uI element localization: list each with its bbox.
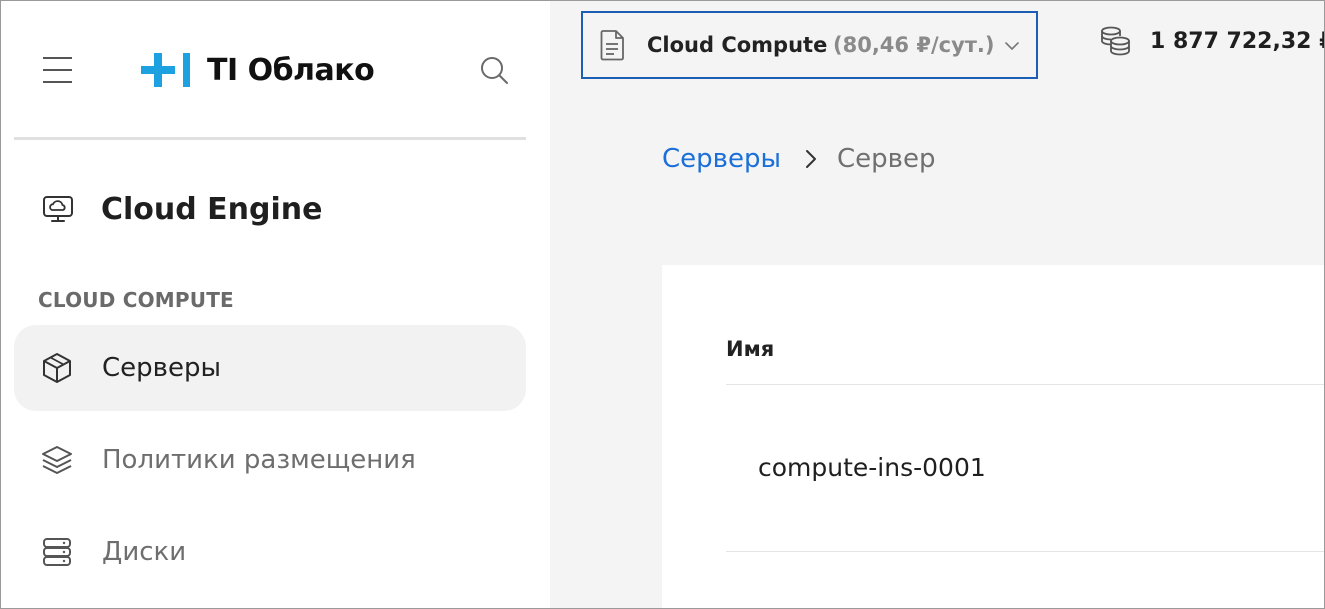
column-header-name: Имя: [726, 337, 775, 361]
sidebar-item-placement-policies[interactable]: Политики размещения: [14, 417, 526, 503]
logo-text: TI Облако: [207, 52, 375, 88]
chevron-right-icon: [803, 149, 819, 169]
sidebar-item-servers[interactable]: Серверы: [14, 325, 526, 411]
service-header: Cloud Engine: [41, 187, 323, 231]
project-name: Cloud Compute: [647, 33, 828, 57]
menu-icon[interactable]: [43, 57, 73, 83]
sidebar-item-label: Политики размещения: [102, 445, 416, 475]
logo-mark-icon: [141, 49, 197, 91]
sidebar: TI Облако Cloud Engine CLOUD COMPUTE Сер…: [1, 1, 550, 608]
table-row[interactable]: compute-ins-0001: [758, 453, 986, 482]
chevron-down-icon: [1003, 37, 1021, 55]
header-divider: [726, 384, 1324, 385]
coins-icon: [1098, 24, 1132, 58]
sidebar-item-label: Диски: [102, 537, 187, 567]
row-divider: [726, 551, 1324, 552]
account-balance[interactable]: 1 877 722,32 ₽: [1098, 23, 1325, 59]
balance-value: 1 877 722,32 ₽: [1150, 28, 1325, 54]
sidebar-divider: [14, 137, 526, 140]
layers-icon: [40, 443, 74, 477]
breadcrumb-current: Сервер: [837, 144, 936, 174]
project-selector[interactable]: Cloud Compute (80,46 ₽/сут.): [581, 11, 1038, 79]
service-title: Cloud Engine: [101, 191, 323, 227]
section-label: CLOUD COMPUTE: [38, 288, 234, 312]
document-icon: [597, 29, 627, 61]
main-content: Cloud Compute (80,46 ₽/сут.) 1 877 722,3…: [550, 1, 1325, 608]
sidebar-item-disks[interactable]: Диски: [14, 509, 526, 595]
search-icon[interactable]: [479, 55, 511, 87]
logo[interactable]: TI Облако: [141, 49, 375, 91]
cube-icon: [40, 351, 74, 385]
app-window: TI Облако Cloud Engine CLOUD COMPUTE Сер…: [0, 0, 1325, 609]
servers-table-card: Имя compute-ins-0001: [662, 265, 1324, 608]
breadcrumb: Серверы Сервер: [662, 141, 936, 177]
sidebar-item-label: Серверы: [102, 353, 222, 383]
disk-stack-icon: [40, 535, 74, 569]
project-daily-cost: (80,46 ₽/сут.): [833, 33, 995, 57]
cloud-monitor-icon: [41, 192, 75, 226]
breadcrumb-servers-link[interactable]: Серверы: [662, 144, 781, 174]
